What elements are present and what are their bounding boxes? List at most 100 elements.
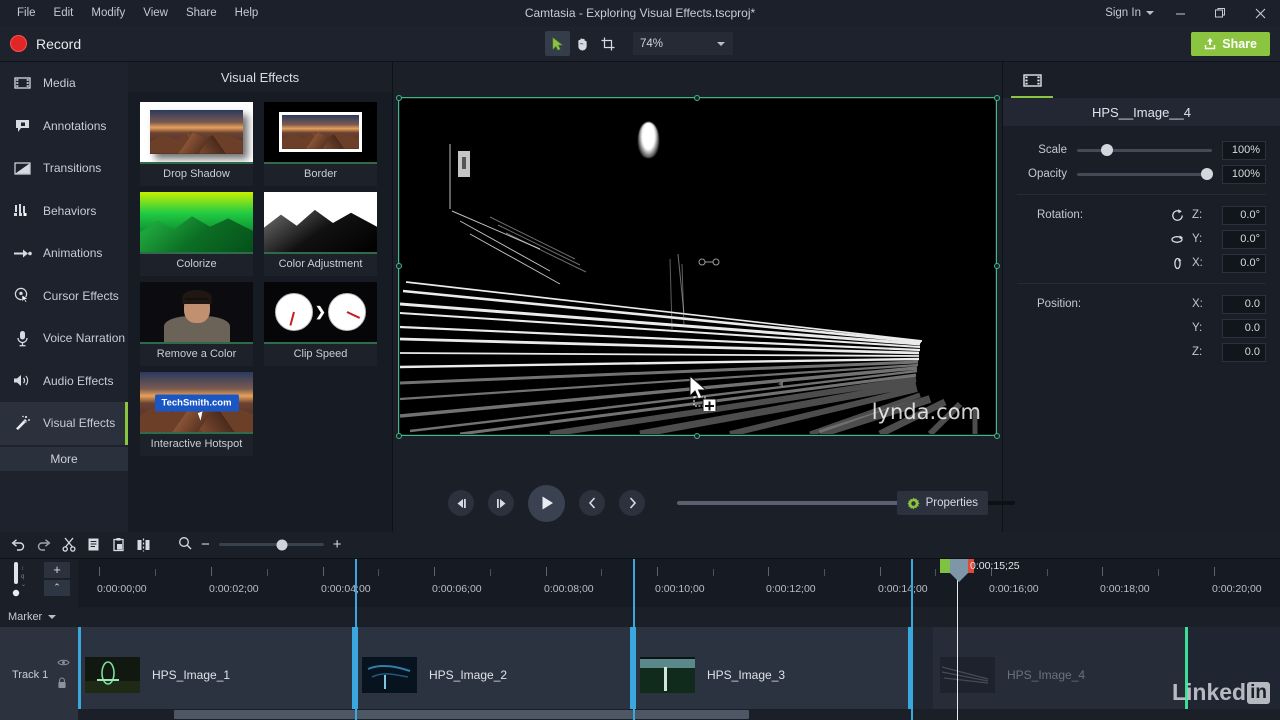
redo-button[interactable]	[31, 534, 56, 556]
effect-card-remove-a-color[interactable]: Remove a Color	[140, 282, 253, 366]
in-marker[interactable]	[940, 558, 950, 573]
scrollbar-thumb[interactable]	[174, 710, 749, 719]
paste-button[interactable]	[106, 534, 131, 556]
zoom-in-button[interactable]: +	[333, 537, 342, 552]
scale-slider-knob[interactable]	[1100, 144, 1113, 156]
effect-card-color-adjustment[interactable]: Color Adjustment	[264, 192, 377, 276]
sign-in-button[interactable]: Sign In	[1099, 7, 1160, 19]
timeline-horizontal-scrollbar[interactable]	[78, 709, 1280, 720]
next-frame-button[interactable]	[488, 490, 514, 516]
undo-button[interactable]	[6, 534, 31, 556]
rotation-x-axis: X:	[1192, 257, 1203, 269]
sidebar-more-button[interactable]: More	[0, 446, 128, 471]
properties-button[interactable]: Properties	[896, 491, 988, 515]
track-header[interactable]: Track 1	[0, 626, 78, 720]
opacity-slider-knob[interactable]	[1200, 168, 1213, 180]
maximize-button[interactable]	[1200, 0, 1240, 26]
marker-band[interactable]	[78, 606, 1280, 627]
marker-dropdown[interactable]: Marker	[0, 606, 78, 627]
share-button[interactable]: Share	[1191, 31, 1270, 56]
rotation-x-value[interactable]: 0.0°	[1222, 253, 1266, 273]
ruler-label: 0:00:12;00	[766, 582, 816, 595]
menu-item-modify[interactable]: Modify	[82, 4, 134, 22]
prev-frame-button[interactable]	[448, 490, 474, 516]
sidebar-item-animations[interactable]: Animations	[0, 232, 128, 275]
sidebar-item-visual-effects[interactable]: Visual Effects	[0, 402, 128, 445]
chevron-down-icon	[1146, 11, 1154, 15]
split-button[interactable]	[131, 534, 156, 556]
timeline-zoom-knob[interactable]	[276, 539, 288, 551]
next-clip-button[interactable]	[619, 490, 645, 516]
timeline-zoom-slider[interactable]	[218, 539, 324, 551]
minimize-button[interactable]	[1160, 0, 1200, 26]
sidebar-item-transitions[interactable]: Transitions	[0, 147, 128, 190]
timeline-track-area[interactable]: 0:00:00;00 0:00:02;00 0:00:04;00 0:00:06…	[78, 558, 1280, 720]
sidebar-item-media[interactable]: Media	[0, 62, 128, 105]
sidebar-item-behaviors[interactable]: Behaviors	[0, 190, 128, 233]
effect-label: Drop Shadow	[140, 164, 253, 186]
rotation-z-value[interactable]: 0.0°	[1222, 205, 1266, 225]
zoom-out-button[interactable]: −	[201, 537, 210, 552]
rotation-y-value[interactable]: 0.0°	[1222, 229, 1266, 249]
collapse-tracks-button[interactable]: ⌃	[44, 579, 70, 596]
cursor-tool-button[interactable]	[545, 31, 570, 56]
timeline-clip[interactable]: HPS_Image_2	[355, 626, 633, 720]
undo-icon	[11, 539, 25, 551]
copy-button[interactable]	[81, 534, 106, 556]
tracks-area[interactable]: HPS_Image_1 HPS_Image_2 HPS_Image_3 HPS_…	[78, 626, 1280, 720]
clip-speed-thumb: ❯	[264, 282, 377, 344]
record-button[interactable]: Record	[0, 35, 81, 52]
sidebar-item-cursor-effects[interactable]: Cursor Effects	[0, 275, 128, 318]
menu-item-file[interactable]: File	[8, 4, 45, 22]
timeline-clip[interactable]: HPS_Image_3	[633, 626, 911, 720]
scale-slider[interactable]	[1077, 144, 1212, 156]
clip-thumbnail	[362, 656, 417, 693]
ruler-label: 0:00:18;00	[1100, 582, 1150, 595]
search-icon[interactable]	[178, 536, 192, 553]
opacity-slider[interactable]	[1077, 168, 1213, 180]
effect-card-border[interactable]: Border	[264, 102, 377, 186]
rotation-section: Rotation: Z: 0.0° Y: 0.0° X: 0.0°	[1017, 203, 1266, 275]
add-track-button[interactable]: +	[44, 561, 70, 578]
marker-track-icon: ↕ q ⌄	[12, 561, 26, 596]
cut-button[interactable]	[56, 534, 81, 556]
sidebar-item-label: Voice Narration	[43, 331, 126, 346]
position-y-value[interactable]: 0.0	[1222, 318, 1266, 338]
timeline-clip[interactable]: HPS_Image_1	[78, 626, 355, 720]
effect-card-colorize[interactable]: Colorize	[140, 192, 253, 276]
preview-stage[interactable]: lynda.com	[393, 62, 1002, 474]
sidebar-item-audio-effects[interactable]: Audio Effects	[0, 360, 128, 403]
timeline-header-controls: ↕ q ⌄ + ⌃	[0, 559, 78, 607]
timeline-clip[interactable]: HPS_Image_4	[933, 626, 1188, 720]
effect-card-interactive-hotspot[interactable]: TechSmith.com Interactive Hotspot	[140, 372, 253, 456]
lock-icon[interactable]	[57, 677, 70, 692]
sidebar-item-voice-narration[interactable]: Voice Narration	[0, 317, 128, 360]
effect-label: Interactive Hotspot	[140, 434, 253, 456]
menu-item-view[interactable]: View	[134, 4, 177, 22]
effect-label: Color Adjustment	[264, 254, 377, 276]
playhead[interactable]: 0:00:15;25	[940, 558, 1020, 582]
hand-tool-button[interactable]	[570, 31, 595, 56]
eye-icon[interactable]	[57, 658, 70, 670]
menu-item-edit[interactable]: Edit	[45, 4, 83, 22]
position-z-value[interactable]: 0.0	[1222, 342, 1266, 362]
scale-value[interactable]: 100%	[1222, 140, 1266, 160]
opacity-value[interactable]: 100%	[1222, 164, 1266, 184]
close-button[interactable]	[1240, 0, 1280, 26]
position-x-value[interactable]: 0.0	[1222, 294, 1266, 314]
effect-card-clip-speed[interactable]: ❯ Clip Speed	[264, 282, 377, 366]
redo-icon	[37, 539, 51, 551]
sidebar-item-annotations[interactable]: Annotations	[0, 105, 128, 148]
play-button[interactable]	[528, 484, 565, 522]
tab-media-properties[interactable]	[1011, 64, 1053, 98]
zoom-level-select[interactable]: 74%	[633, 32, 733, 55]
menu-item-share[interactable]: Share	[177, 4, 226, 22]
effect-card-drop-shadow[interactable]: Drop Shadow	[140, 102, 253, 186]
effect-label: Remove a Color	[140, 344, 253, 366]
clip-boundary-marker	[633, 558, 635, 720]
timeline-ruler[interactable]: 0:00:00;00 0:00:02;00 0:00:04;00 0:00:06…	[78, 558, 1280, 607]
menu-item-help[interactable]: Help	[226, 4, 268, 22]
playhead-handle[interactable]	[950, 558, 968, 573]
crop-tool-button[interactable]	[595, 31, 620, 56]
previous-clip-button[interactable]	[579, 490, 605, 516]
